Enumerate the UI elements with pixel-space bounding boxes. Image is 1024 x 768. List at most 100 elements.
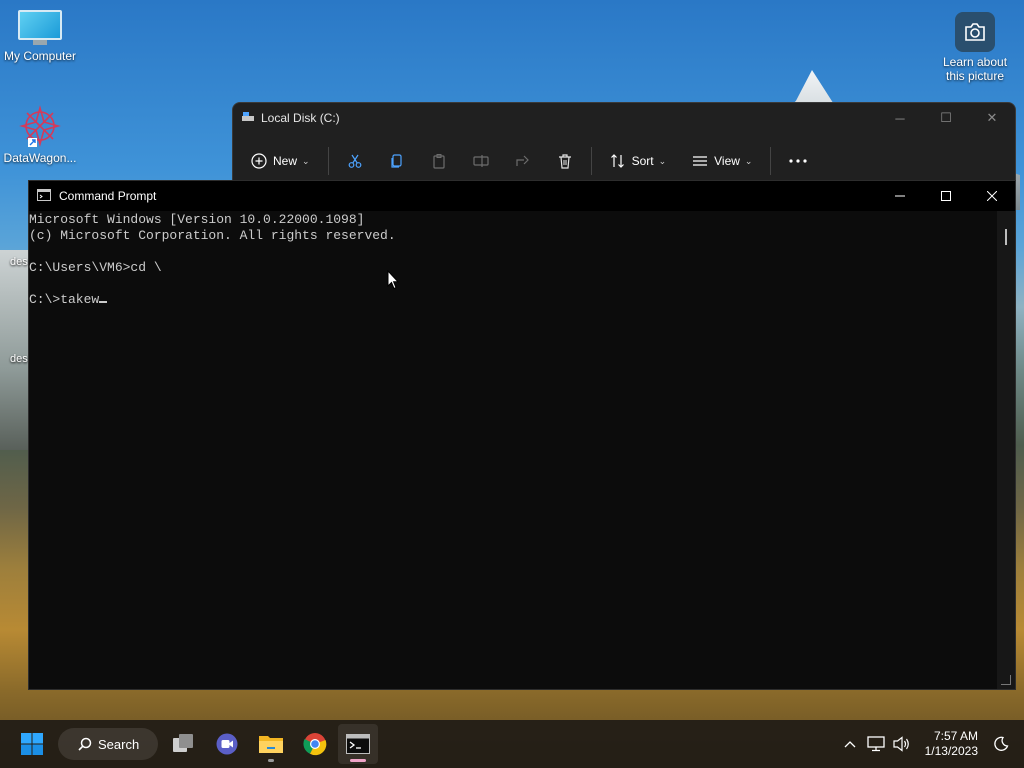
task-view-button[interactable] xyxy=(163,724,203,764)
focus-assist-button[interactable] xyxy=(988,736,1014,752)
sort-button-label: Sort xyxy=(631,154,654,168)
desktop-icon-datawagon[interactable]: DataWagon... xyxy=(2,104,78,165)
copy-icon xyxy=(390,154,402,168)
task-view-icon xyxy=(173,734,193,752)
chrome-icon xyxy=(303,733,327,756)
share-icon xyxy=(515,155,529,166)
console-output[interactable]: Microsoft Windows [Version 10.0.22000.10… xyxy=(29,211,997,689)
explorer-titlebar[interactable]: Local Disk (C:) ─ ☐ ✕ xyxy=(233,103,1015,133)
explorer-close-button[interactable]: ✕ xyxy=(969,103,1015,133)
datawagon-icon xyxy=(18,104,62,148)
plus-circle-icon xyxy=(251,153,267,169)
search-icon xyxy=(78,737,92,751)
file-explorer-taskbar-button[interactable] xyxy=(251,724,291,764)
more-options-button[interactable] xyxy=(789,158,808,164)
resize-grip-icon[interactable] xyxy=(1001,675,1011,685)
console-line: ​ xyxy=(29,244,997,260)
cmd-maximize-button[interactable] xyxy=(923,181,969,211)
scissors-icon xyxy=(348,154,361,168)
cmd-titlebar[interactable]: Command Prompt xyxy=(29,181,1015,211)
network-button[interactable] xyxy=(863,736,889,752)
taskbar-search-button[interactable]: Search xyxy=(58,728,158,760)
cmd-app-icon xyxy=(37,188,51,204)
chevron-down-icon: ⌄ xyxy=(744,155,753,166)
rename-button[interactable] xyxy=(472,153,489,169)
console-line: (c) Microsoft Corporation. All rights re… xyxy=(29,228,396,243)
console-line: ​ xyxy=(29,276,997,292)
command-prompt-icon xyxy=(346,734,370,754)
start-icon xyxy=(21,733,43,755)
desktop-icon-partial-label[interactable]: des xyxy=(10,256,28,268)
scrollbar-thumb[interactable] xyxy=(1005,229,1007,245)
share-button[interactable] xyxy=(515,153,531,169)
delete-button[interactable] xyxy=(557,153,573,169)
trash-icon xyxy=(558,154,571,169)
copy-button[interactable] xyxy=(389,153,405,169)
toolbar-divider xyxy=(590,147,592,175)
new-button-label: New xyxy=(273,154,298,168)
minimize-icon xyxy=(895,195,905,197)
drive-icon xyxy=(241,111,255,126)
teams-chat-button[interactable] xyxy=(207,724,247,764)
cmd-scrollbar[interactable] xyxy=(997,211,1015,689)
new-button[interactable]: New ⌄ xyxy=(251,153,310,169)
chevron-up-icon xyxy=(844,741,856,748)
speaker-icon xyxy=(893,736,909,752)
clock-date: 1/13/2023 xyxy=(924,744,978,758)
clock-time: 7:57 AM xyxy=(933,729,978,743)
file-explorer-window[interactable]: Local Disk (C:) ─ ☐ ✕ New ⌄ Sort ⌄ View … xyxy=(232,102,1016,190)
command-prompt-window[interactable]: Command Prompt Microsoft Windows [Versio… xyxy=(28,180,1016,690)
paste-button[interactable] xyxy=(431,153,447,169)
console-line: Microsoft Windows [Version 10.0.22000.10… xyxy=(29,212,365,227)
close-icon xyxy=(987,191,997,201)
paste-icon xyxy=(432,154,445,169)
monitor-icon xyxy=(18,10,62,46)
more-dots-icon xyxy=(789,159,808,163)
mouse-pointer-icon xyxy=(387,269,400,295)
sort-button[interactable]: Sort ⌄ xyxy=(610,153,667,169)
explorer-maximize-button[interactable]: ☐ xyxy=(923,103,969,133)
file-explorer-icon xyxy=(259,736,283,753)
chevron-down-icon: ⌄ xyxy=(302,155,310,166)
cut-button[interactable] xyxy=(347,153,363,169)
network-icon xyxy=(866,736,885,752)
console-line: C:\Users\VM6>cd \ xyxy=(29,260,162,275)
clock-button[interactable]: 7:57 AM 1/13/2023 xyxy=(925,729,978,759)
explorer-minimize-button[interactable]: ─ xyxy=(877,103,923,133)
teams-chat-icon xyxy=(216,733,238,755)
chrome-taskbar-button[interactable] xyxy=(295,724,335,764)
view-button[interactable]: View ⌄ xyxy=(692,153,752,169)
desktop-icon-my-computer[interactable]: My Computer xyxy=(2,10,78,63)
cmd-minimize-button[interactable] xyxy=(877,181,923,211)
taskbar: Search 7:57 AM 1/13/2023 xyxy=(0,720,1024,768)
active-indicator xyxy=(350,759,366,762)
toolbar-divider xyxy=(327,147,329,175)
text-cursor xyxy=(99,301,108,303)
sort-icon xyxy=(610,154,624,168)
desktop-icon-partial-label[interactable]: des xyxy=(10,353,28,365)
start-button[interactable] xyxy=(12,724,52,764)
cmd-title: Command Prompt xyxy=(59,189,157,203)
system-tray: 7:57 AM 1/13/2023 xyxy=(837,720,1024,768)
desktop-icon-label: DataWagon... xyxy=(3,151,77,165)
desktop-icon-label: Learn about this picture xyxy=(942,55,1008,83)
command-prompt-taskbar-button[interactable] xyxy=(338,724,378,764)
camera-icon xyxy=(955,12,995,52)
show-hidden-icons-button[interactable] xyxy=(837,740,863,748)
console-input-line[interactable]: C:\>takew xyxy=(29,292,997,308)
volume-button[interactable] xyxy=(889,736,915,752)
desktop-icon-learn-about-picture[interactable]: Learn about this picture xyxy=(934,12,1016,83)
explorer-title: Local Disk (C:) xyxy=(261,111,340,125)
chevron-down-icon: ⌄ xyxy=(658,155,667,166)
view-list-icon xyxy=(693,156,708,166)
moon-icon xyxy=(994,736,1009,751)
running-indicator xyxy=(268,759,274,762)
search-label: Search xyxy=(98,736,140,752)
rename-icon xyxy=(472,155,489,167)
cmd-close-button[interactable] xyxy=(969,181,1015,211)
console-current-input: C:\>takew xyxy=(29,292,100,307)
toolbar-divider xyxy=(770,147,772,175)
desktop-icon-label: My Computer xyxy=(3,49,77,63)
view-button-label: View xyxy=(714,154,740,168)
maximize-icon xyxy=(941,191,951,201)
